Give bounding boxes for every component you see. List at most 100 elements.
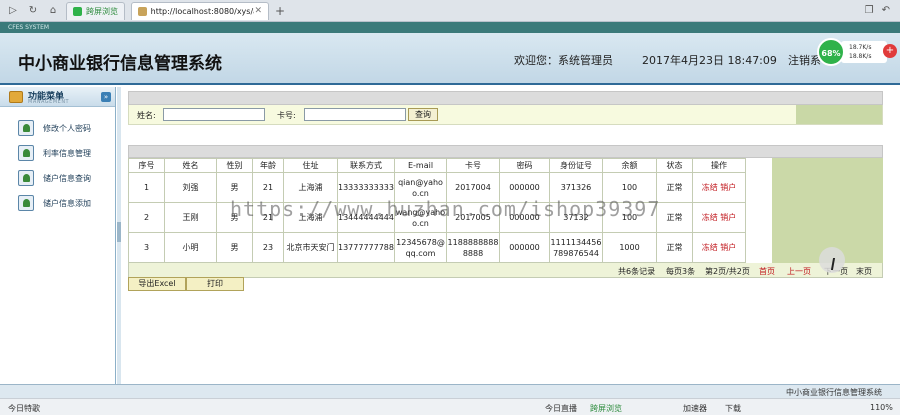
sidebar-item-label: 储户信息查询 xyxy=(43,173,91,183)
action-buttons: 导出Excel 打印 xyxy=(128,277,244,291)
freeze-link[interactable]: 冻结 xyxy=(702,213,718,222)
menu-header: 功能菜单 MANAGEMENT » xyxy=(0,87,115,107)
status-item-accelerator[interactable]: 加速器 xyxy=(683,403,707,414)
plus-icon[interactable]: + xyxy=(883,44,897,58)
cell-phone: 13777777788 xyxy=(337,232,395,263)
cell-age: 21 xyxy=(252,172,284,203)
col-header: 操作 xyxy=(692,158,746,173)
window-restore-icon[interactable]: ❐ xyxy=(865,5,874,16)
cell-email: wang@yahoo.cn xyxy=(394,202,447,233)
status-item-cross-screen[interactable]: 跨屏浏览 xyxy=(590,403,622,414)
sidebar-item-label: 利率信息管理 xyxy=(43,148,91,158)
cell-address: 上海浦 xyxy=(283,172,338,203)
print-button[interactable]: 打印 xyxy=(186,277,244,291)
refresh-icon[interactable]: ↻ xyxy=(26,4,40,18)
cell-idcard: 37132 xyxy=(549,202,603,233)
tab-label: http://localhost:8080/xys/adm xyxy=(150,6,255,16)
cell-name: 小明 xyxy=(164,232,217,263)
freeze-link[interactable]: 冻结 xyxy=(702,183,718,192)
browser-tab-admin[interactable]: http://localhost:8080/xys/adm ✕ xyxy=(131,1,269,20)
table-row: 1 刘强 男 21 上海浦 13333333333 qian@yahoo.cn … xyxy=(128,172,746,203)
footer-text: 中小商业银行信息管理系统 xyxy=(786,388,882,397)
pagination-bar: 共6条记录 每页3条 第2页/共2页 首页 上一页 下一页 末页 xyxy=(128,263,883,278)
cell-card: 2017004 xyxy=(446,172,500,203)
status-item-download[interactable]: 下载 xyxy=(725,403,741,414)
app-header: 中小商业银行信息管理系统 欢迎您：系统管理员 2017年4月23日 18:47:… xyxy=(0,33,900,85)
customer-table-wrap: 序号 姓名 性别 年龄 住址 联系方式 E-mail 卡号 密码 身份证号 余额… xyxy=(128,158,883,263)
status-left-text[interactable]: 今日特歌 xyxy=(8,403,40,414)
collapse-icon[interactable]: » xyxy=(101,92,111,102)
table-header-row: 序号 姓名 性别 年龄 住址 联系方式 E-mail 卡号 密码 身份证号 余额… xyxy=(128,158,746,173)
cross-screen-icon xyxy=(73,6,82,16)
user-icon xyxy=(18,195,34,211)
cell-name: 刘强 xyxy=(164,172,217,203)
sidebar-item-change-password[interactable]: 修改个人密码 xyxy=(18,119,91,137)
sidebar-item-label: 修改个人密码 xyxy=(43,123,91,133)
col-header: 密码 xyxy=(499,158,550,173)
page-favicon-icon xyxy=(138,6,147,16)
freeze-link[interactable]: 冻结 xyxy=(702,243,718,252)
back-icon[interactable]: ▷ xyxy=(6,4,20,18)
cell-phone: 13333333333 xyxy=(337,172,395,203)
export-excel-button[interactable]: 导出Excel xyxy=(128,277,186,291)
cell-email: 12345678@qq.com xyxy=(394,232,447,263)
close-tab-icon[interactable]: ✕ xyxy=(254,6,262,16)
table-row: 2 王刚 男 21 上海浦 13444444444 wang@yahoo.cn … xyxy=(128,202,746,233)
sidebar-item-customer-add[interactable]: 储户信息添加 xyxy=(18,194,91,212)
name-label: 姓名: xyxy=(137,111,156,120)
cell-password: 000000 xyxy=(499,202,550,233)
user-icon xyxy=(18,170,34,186)
browser-status-bar: 今日特歌 今日直播 跨屏浏览 加速器 下载 110% xyxy=(0,398,900,415)
cancel-account-link[interactable]: 销户 xyxy=(720,183,736,192)
app-footer: 中小商业银行信息管理系统 xyxy=(0,384,900,398)
query-button[interactable]: 查询 xyxy=(408,108,438,121)
home-icon[interactable]: ⌂ xyxy=(46,4,60,18)
zoom-level[interactable]: 110% xyxy=(870,403,893,412)
cell-actions: 冻结 销户 xyxy=(692,232,746,263)
col-header: 性别 xyxy=(216,158,253,173)
cell-address: 上海浦 xyxy=(283,202,338,233)
splitter-handle[interactable] xyxy=(117,222,121,242)
first-page-link[interactable]: 首页 xyxy=(759,266,775,277)
cell-no: 3 xyxy=(128,232,165,263)
cell-phone: 13444444444 xyxy=(337,202,395,233)
prev-page-link[interactable]: 上一页 xyxy=(787,266,811,277)
cancel-account-link[interactable]: 销户 xyxy=(720,243,736,252)
welcome-text: 欢迎您：系统管理员 xyxy=(514,54,613,67)
menu-subtitle: MANAGEMENT xyxy=(28,99,70,105)
sidebar-item-rate-management[interactable]: 利率信息管理 xyxy=(18,144,91,162)
browser-tab-cross-screen[interactable]: 跨屏浏览 xyxy=(66,1,125,20)
name-input[interactable] xyxy=(163,108,265,121)
cell-balance: 100 xyxy=(602,172,657,203)
cell-gender: 男 xyxy=(216,172,253,203)
undo-icon[interactable]: ↶ xyxy=(882,5,890,16)
col-header: 联系方式 xyxy=(337,158,395,173)
sidebar-item-customer-query[interactable]: 储户信息查询 xyxy=(18,169,91,187)
user-icon xyxy=(18,120,34,136)
card-input[interactable] xyxy=(304,108,406,121)
card-label: 卡号: xyxy=(277,111,296,120)
app-strip: CFES SYSTEM xyxy=(0,22,900,33)
table-header-band xyxy=(128,145,883,158)
sidebar: 功能菜单 MANAGEMENT » 修改个人密码 利率信息管理 储户信息查询 储… xyxy=(0,87,116,384)
cell-balance: 1000 xyxy=(602,232,657,263)
cell-actions: 冻结 销户 xyxy=(692,172,746,203)
cell-age: 23 xyxy=(252,232,284,263)
last-page-link[interactable]: 末页 xyxy=(856,266,872,277)
cell-card: 11888888888888 xyxy=(446,232,500,263)
cell-status: 正常 xyxy=(656,172,693,203)
search-side-panel xyxy=(796,105,882,124)
network-speed-widget[interactable]: 18.7K/s 18.8K/s 68% + xyxy=(815,38,899,68)
cell-gender: 男 xyxy=(216,232,253,263)
col-header: 年龄 xyxy=(252,158,284,173)
sidebar-item-label: 储户信息添加 xyxy=(43,198,91,208)
current-datetime: 2017年4月23日 18:47:09 xyxy=(642,54,777,67)
new-tab-button[interactable]: + xyxy=(275,4,285,18)
cancel-account-link[interactable]: 销户 xyxy=(720,213,736,222)
col-header: 状态 xyxy=(656,158,693,173)
status-item-live[interactable]: 今日直播 xyxy=(545,403,577,414)
system-title: 中小商业银行信息管理系统 xyxy=(18,54,222,74)
cell-balance: 100 xyxy=(602,202,657,233)
menu-book-icon xyxy=(9,91,23,103)
col-header: 住址 xyxy=(283,158,338,173)
